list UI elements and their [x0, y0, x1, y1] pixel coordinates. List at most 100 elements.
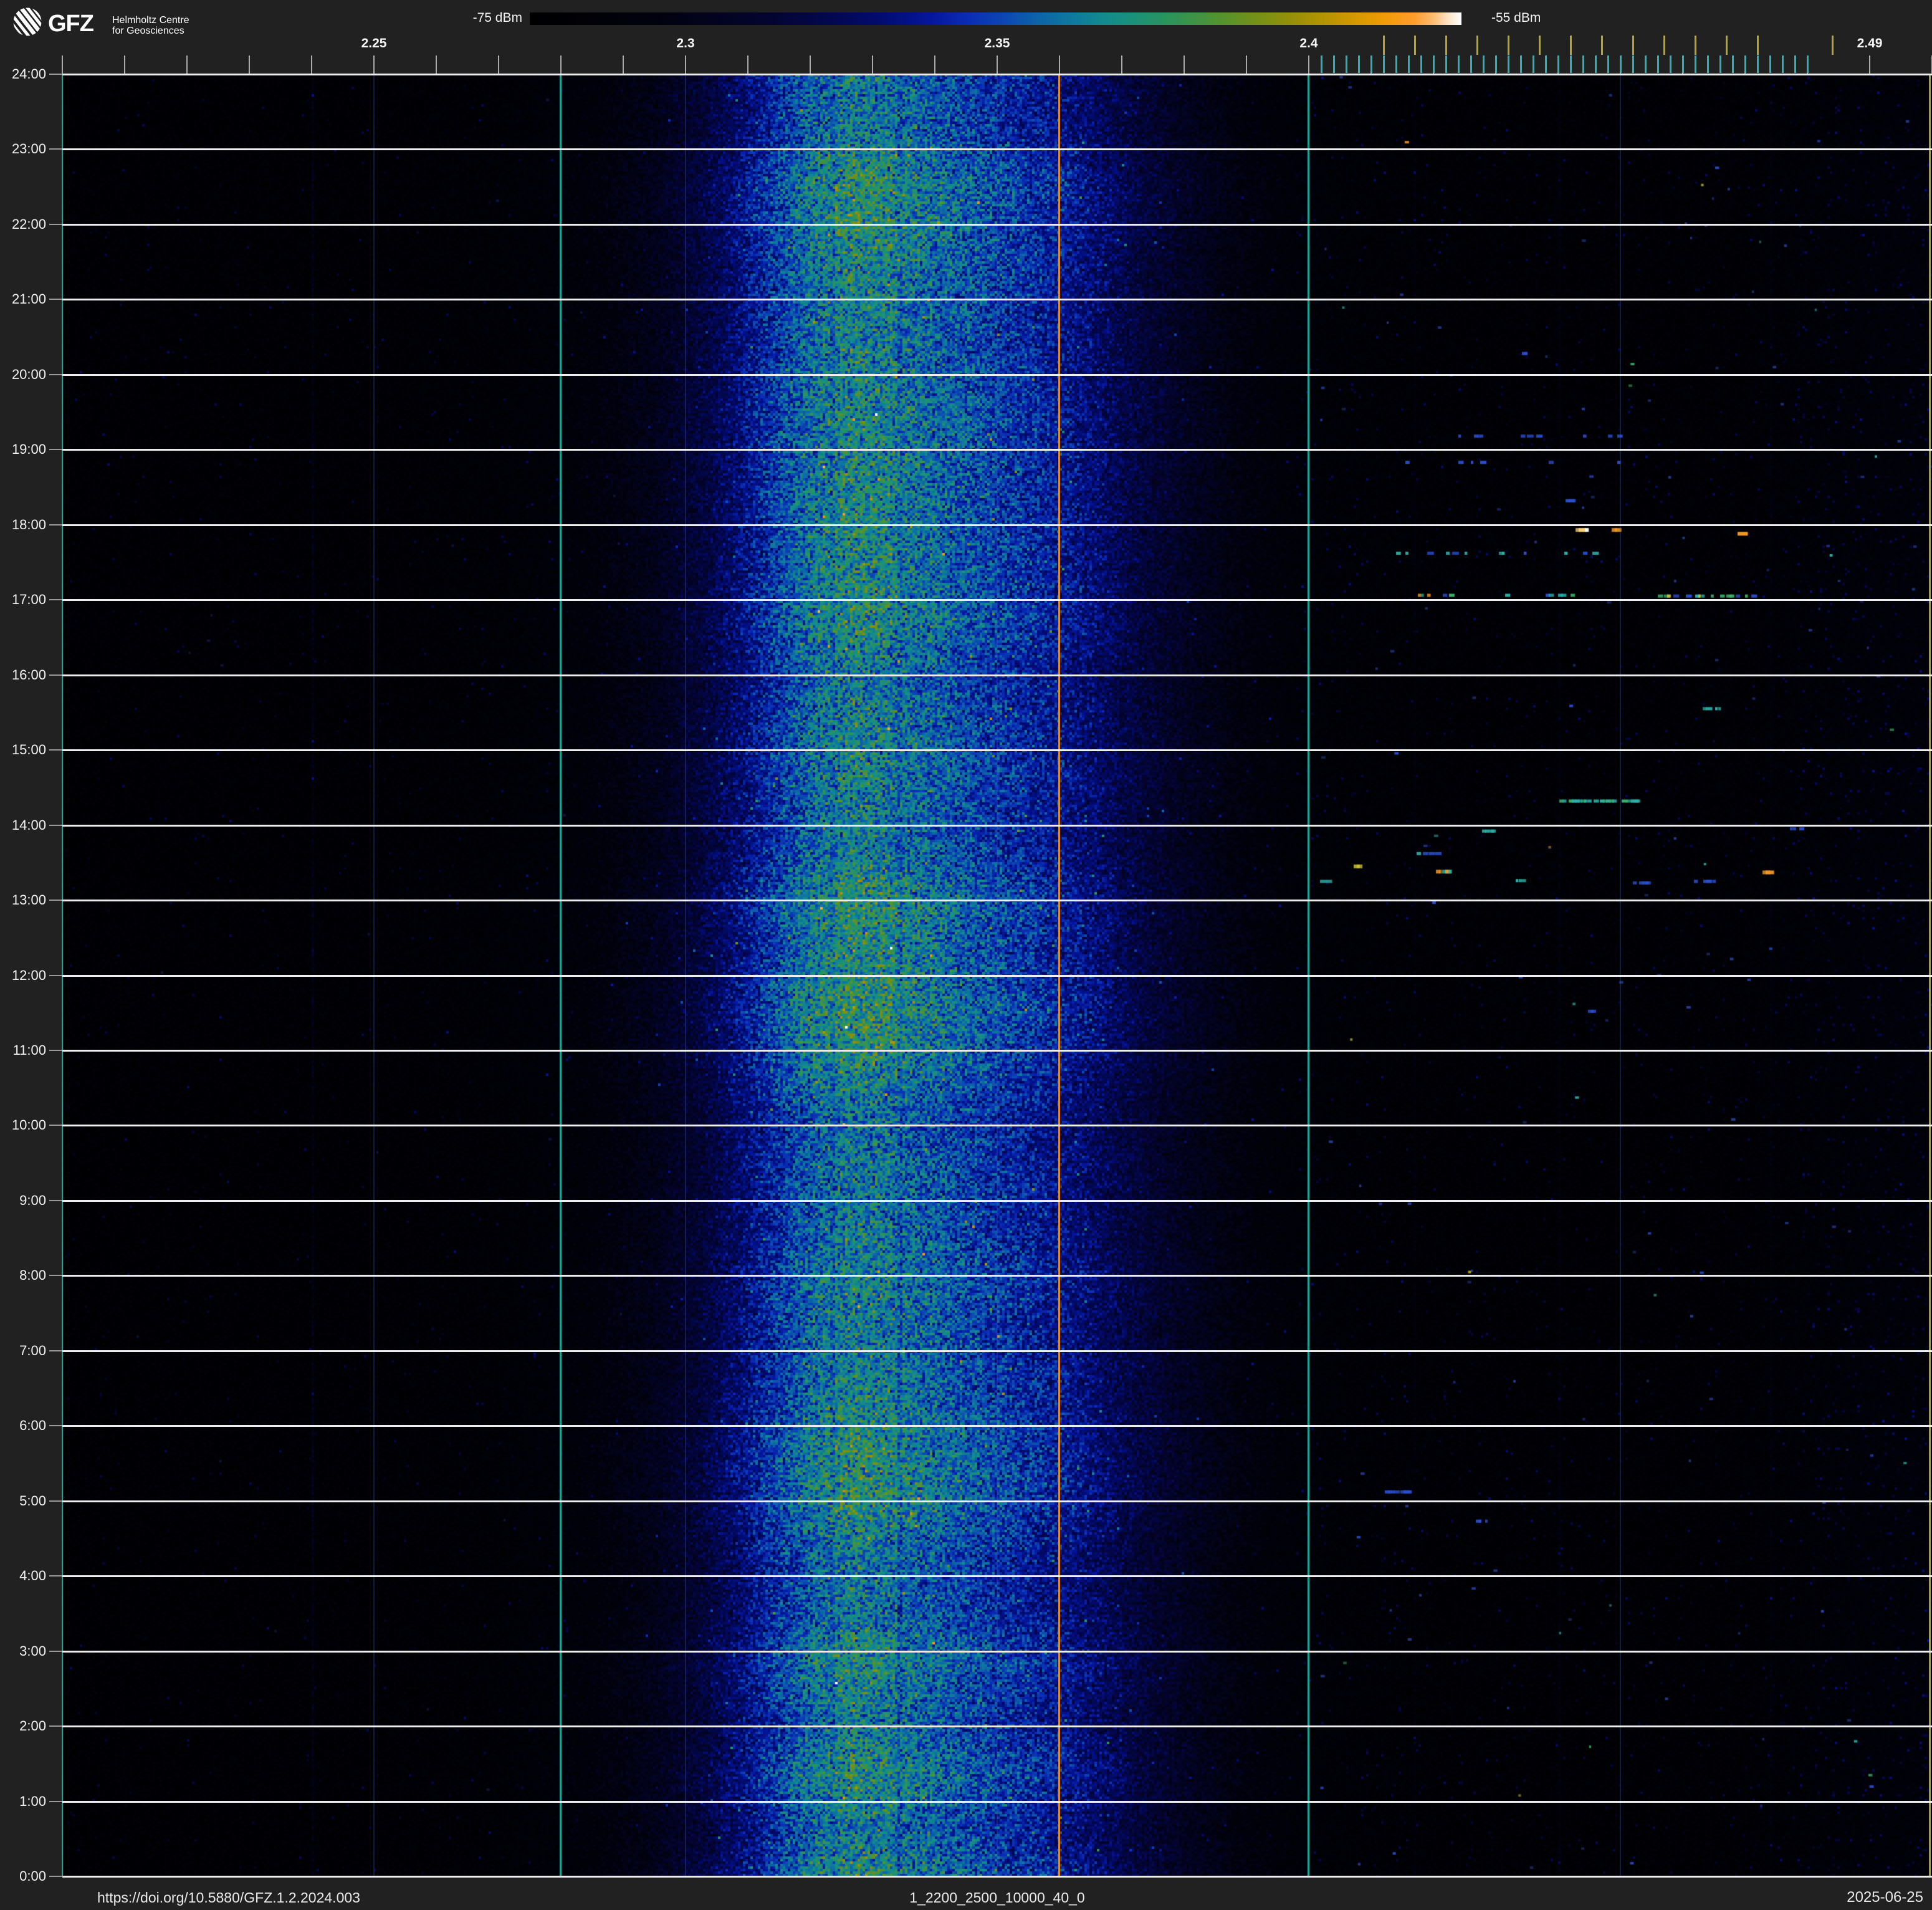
hour-gridline	[62, 900, 1932, 902]
hour-label: 20:00	[11, 366, 46, 382]
wifi-channel-tick	[1832, 36, 1834, 55]
hour-tick	[49, 974, 62, 976]
hour-tick	[49, 1350, 62, 1351]
freq-tick	[872, 55, 873, 74]
hour-gridline	[62, 674, 1932, 676]
ble-channel-tick	[1595, 55, 1597, 73]
hour-gridline	[62, 1876, 1932, 1878]
ble-channel-tick	[1582, 55, 1584, 73]
hour-label: 17:00	[11, 592, 46, 608]
freq-tick	[124, 55, 125, 74]
freq-tick	[1121, 55, 1122, 74]
org-name-line2: for Geosciences	[112, 26, 184, 36]
ble-channel-tick	[1533, 55, 1534, 73]
freq-tick	[62, 55, 63, 74]
ble-channel-tick	[1782, 55, 1784, 73]
hour-tick	[49, 599, 62, 601]
hour-tick	[49, 1125, 62, 1126]
hour-label: 11:00	[12, 1042, 46, 1058]
ble-channel-tick	[1445, 55, 1447, 73]
freq-tick	[1059, 55, 1060, 74]
hour-gridline	[62, 824, 1932, 827]
hour-gridline	[62, 974, 1932, 977]
hour-gridline	[62, 1199, 1932, 1202]
wifi-channel-tick	[1695, 36, 1696, 55]
freq-tick	[436, 55, 437, 74]
freq-tick	[1308, 55, 1309, 74]
hour-tick	[49, 1275, 62, 1277]
hour-gridline	[62, 1500, 1932, 1502]
ble-channel-tick	[1744, 55, 1746, 73]
hour-gridline	[62, 1350, 1932, 1352]
hour-tick	[49, 1650, 62, 1652]
wifi-channel-tick	[1414, 36, 1416, 55]
ble-channel-tick	[1570, 55, 1572, 73]
colorbar-max-label: -55 dBm	[1491, 11, 1541, 25]
wifi-channel-tick	[1476, 36, 1478, 55]
ble-channel-tick	[1545, 55, 1547, 73]
hour-gridline	[62, 1725, 1932, 1728]
colorbar-gradient	[530, 12, 1461, 25]
freq-label: 2.3	[676, 36, 695, 50]
wifi-channel-tick	[1601, 36, 1603, 55]
hour-label: 6:00	[19, 1418, 46, 1434]
ble-channel-tick	[1383, 55, 1385, 73]
freq-tick	[373, 55, 375, 74]
ble-channel-tick	[1794, 55, 1796, 73]
freq-tick	[311, 55, 312, 74]
hour-gridline	[62, 524, 1932, 526]
hour-tick	[49, 299, 62, 300]
hour-gridline	[62, 449, 1932, 451]
freq-label: 2.35	[984, 36, 1010, 50]
hour-tick	[49, 1725, 62, 1727]
freq-tick	[810, 55, 811, 74]
hour-label: 7:00	[19, 1342, 46, 1358]
ble-channel-tick	[1682, 55, 1684, 73]
freq-tick	[498, 55, 499, 74]
freq-tick	[997, 55, 998, 74]
ble-channel-tick	[1433, 55, 1435, 73]
hour-tick	[49, 1199, 62, 1201]
freq-label: 2.49	[1857, 36, 1883, 50]
ble-channel-tick	[1719, 55, 1721, 73]
freq-tick	[1869, 55, 1870, 74]
freq-label: 2.25	[361, 36, 387, 50]
ble-channel-tick	[1408, 55, 1410, 73]
gfz-logo-icon	[13, 7, 42, 36]
hour-gridline	[62, 1575, 1932, 1578]
hour-label: 3:00	[19, 1643, 46, 1659]
wifi-channel-tick	[1726, 36, 1728, 55]
hour-label: 9:00	[19, 1192, 46, 1208]
wifi-channel-tick	[1632, 36, 1634, 55]
hour-tick	[49, 824, 62, 826]
date-label: 2025-06-25	[1847, 1889, 1923, 1906]
ble-channel-tick	[1346, 55, 1347, 73]
freq-tick	[1246, 55, 1247, 74]
hour-gridline	[62, 749, 1932, 752]
ble-channel-tick	[1632, 55, 1634, 73]
hour-tick	[49, 1500, 62, 1502]
ble-channel-tick	[1495, 55, 1497, 73]
ble-channel-tick	[1557, 55, 1559, 73]
ble-channel-tick	[1483, 55, 1485, 73]
ble-channel-tick	[1645, 55, 1647, 73]
hour-label: 4:00	[19, 1568, 46, 1584]
hour-tick	[49, 1575, 62, 1577]
wifi-channel-tick	[1383, 36, 1385, 55]
ble-channel-tick	[1707, 55, 1709, 73]
hour-label: 2:00	[19, 1718, 46, 1734]
hour-label: 10:00	[11, 1117, 46, 1133]
hour-gridline	[62, 1425, 1932, 1428]
hour-gridline	[62, 148, 1932, 151]
hour-tick	[49, 148, 62, 150]
hour-tick	[49, 373, 62, 375]
dataset-title: 1_2200_2500_10000_40_0	[909, 1889, 1085, 1906]
wifi-channel-tick	[1508, 36, 1509, 55]
hour-label: 13:00	[11, 892, 46, 908]
hour-label: 16:00	[11, 666, 46, 683]
ble-channel-tick	[1670, 55, 1671, 73]
ble-channel-tick	[1769, 55, 1771, 73]
hour-label: 18:00	[11, 516, 46, 532]
wifi-channel-tick	[1663, 36, 1665, 55]
ble-channel-tick	[1732, 55, 1734, 73]
